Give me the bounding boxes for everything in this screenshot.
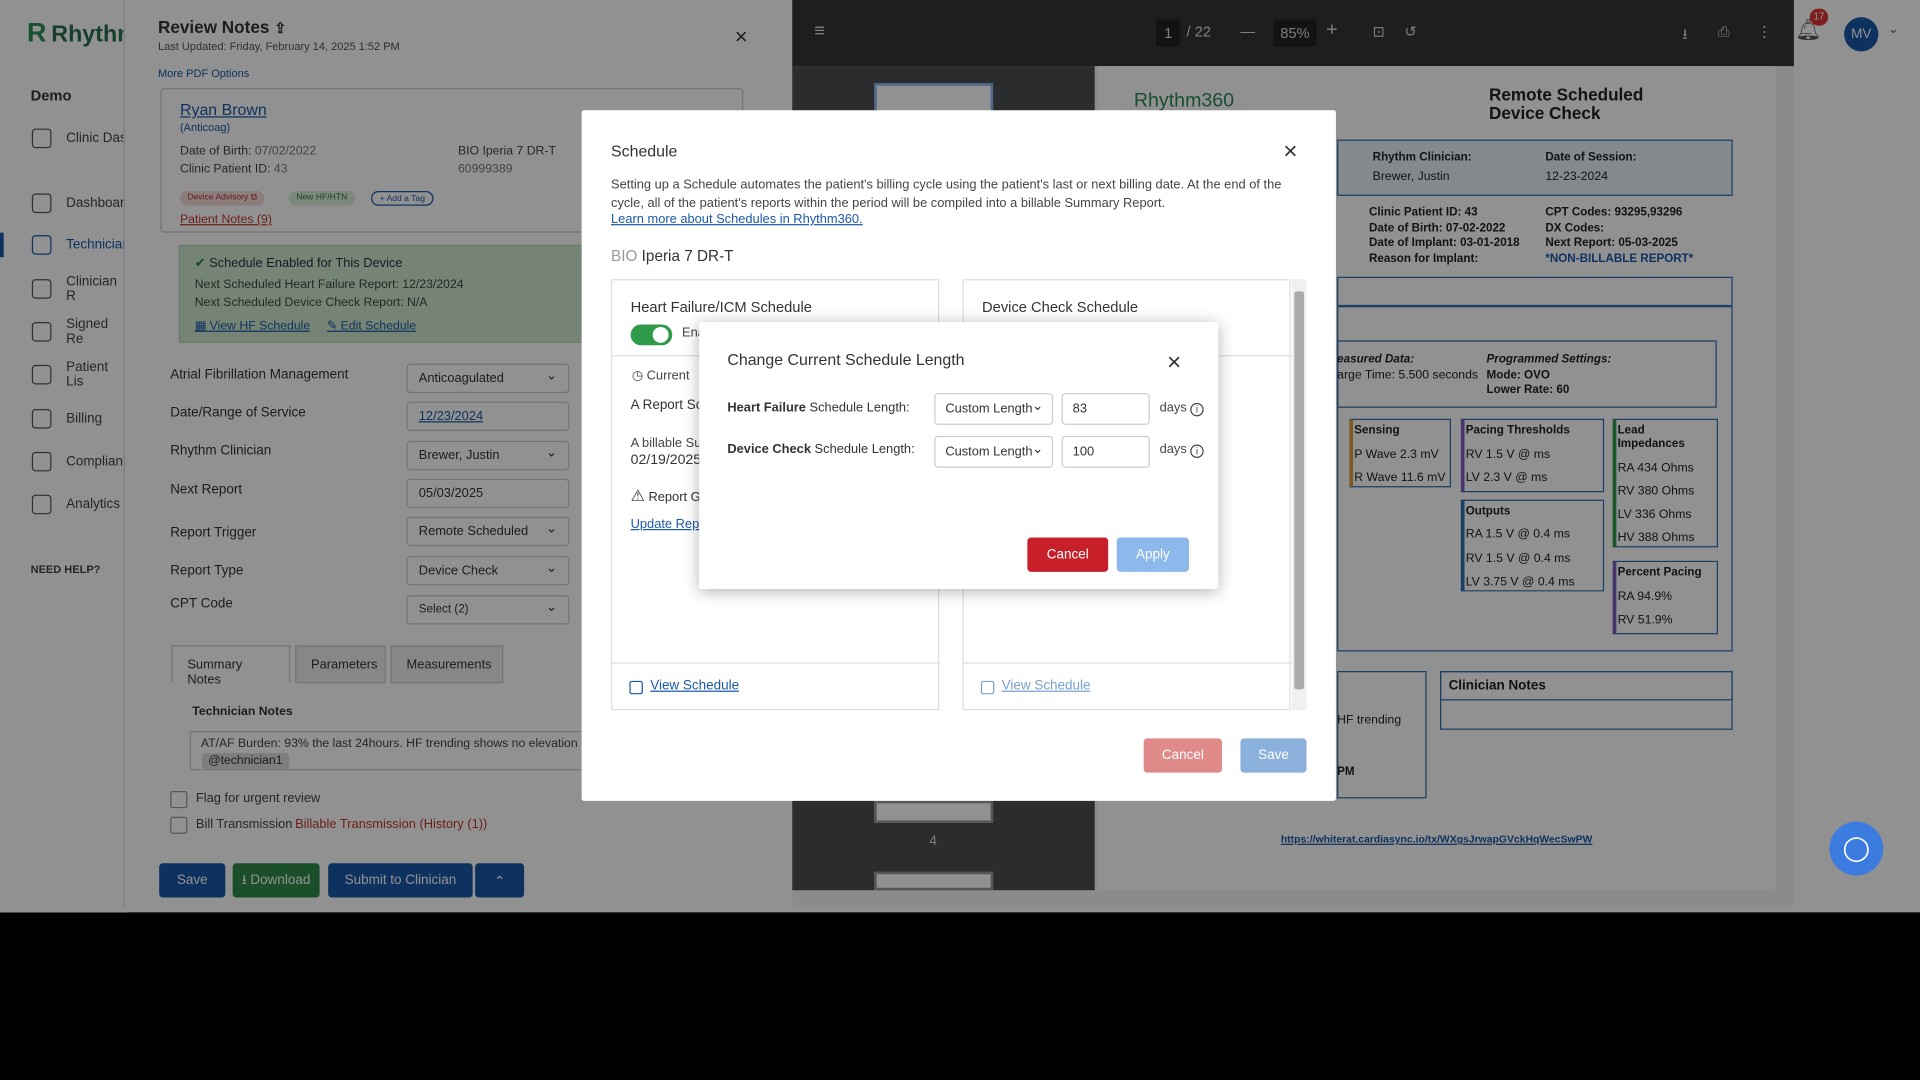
- schedule-device: BIO Iperia 7 DR-T: [611, 247, 734, 265]
- hf-days-unit: days: [1159, 400, 1187, 416]
- hf-schedule-title: Heart Failure/ICM Schedule: [630, 298, 812, 316]
- hf-length-type-select[interactable]: Custom Length: [934, 393, 1054, 425]
- hf-billable: A billable Su: [630, 435, 702, 451]
- schedule-cancel-button[interactable]: Cancel: [1143, 738, 1223, 773]
- hf-report-schedule: A Report Sc: [630, 397, 703, 413]
- close-icon[interactable]: ×: [1283, 138, 1297, 166]
- schedule-scrollbar[interactable]: [1291, 279, 1307, 711]
- device-check-schedule-title: Device Check Schedule: [982, 298, 1139, 316]
- dialog-apply-button[interactable]: Apply: [1116, 537, 1189, 572]
- dc-length-label: Device Check Schedule Length:: [727, 442, 915, 457]
- schedule-description: Setting up a Schedule automates the pati…: [611, 177, 1282, 211]
- change-schedule-length-dialog: Change Current Schedule Length × Heart F…: [699, 322, 1219, 589]
- hf-report-warning: ⚠ Report G: [630, 486, 701, 505]
- device-check-view-schedule-link[interactable]: View Schedule: [1002, 678, 1091, 693]
- dialog-title: Change Current Schedule Length: [727, 350, 965, 369]
- update-report-link[interactable]: Update Repo: [631, 517, 707, 532]
- info-icon[interactable]: i: [1190, 444, 1204, 458]
- learn-more-link[interactable]: Learn more about Schedules in Rhythm360.: [611, 212, 863, 227]
- dc-length-type-select[interactable]: Custom Length: [934, 435, 1054, 468]
- scrollbar-thumb[interactable]: [1294, 291, 1305, 690]
- warning-icon: ⚠: [630, 486, 645, 505]
- clock-icon: ◷: [631, 368, 644, 384]
- calendar-icon: [980, 680, 995, 695]
- dc-days-unit: days: [1159, 442, 1187, 457]
- hf-length-days-input[interactable]: 83: [1061, 393, 1150, 425]
- close-icon[interactable]: ×: [1167, 349, 1181, 377]
- hf-schedule-toggle[interactable]: [630, 324, 673, 346]
- schedule-save-button[interactable]: Save: [1240, 738, 1307, 773]
- schedule-modal-title: Schedule: [611, 142, 678, 161]
- info-icon[interactable]: i: [1190, 402, 1204, 417]
- hf-billable-date: 02/19/2025: [630, 453, 702, 468]
- hf-length-label: Heart Failure Schedule Length:: [727, 400, 910, 416]
- calendar-icon: [629, 680, 643, 695]
- dialog-cancel-button[interactable]: Cancel: [1027, 537, 1109, 572]
- chat-support-icon[interactable]: ◯: [1829, 821, 1884, 876]
- dc-length-days-input[interactable]: 100: [1061, 435, 1150, 468]
- hf-view-schedule-link[interactable]: View Schedule: [650, 678, 739, 693]
- hf-current-label: ◷ Current: [631, 368, 690, 384]
- hf-schedule-footer: View Schedule: [612, 662, 941, 711]
- device-check-footer: View Schedule: [963, 662, 1292, 711]
